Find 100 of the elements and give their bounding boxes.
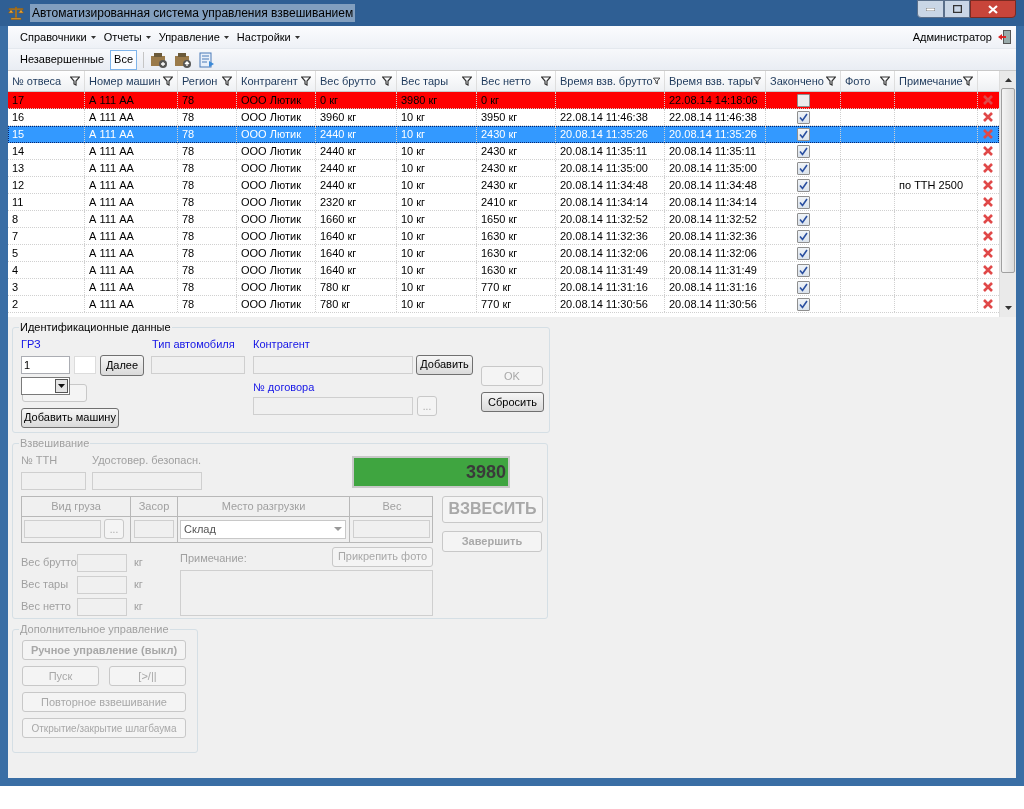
delete-icon[interactable] xyxy=(983,299,993,309)
scrollbar[interactable] xyxy=(999,71,1016,317)
column-header[interactable]: Вес брутто xyxy=(316,71,397,91)
checkbox[interactable] xyxy=(796,178,810,192)
table-cell: 1630 кг xyxy=(477,262,556,278)
input-field[interactable] xyxy=(134,520,174,538)
checkbox[interactable] xyxy=(796,297,810,311)
delete-icon[interactable] xyxy=(983,282,993,292)
table-row[interactable]: 8 А 111 АА 78 ООО Лютик 1660 кг 10 кг 1650 кг 20.08.14 11:32:52 20.08.14 11:32:52 xyxy=(8,211,999,228)
filter-icon[interactable] xyxy=(963,76,973,86)
checkbox[interactable] xyxy=(796,144,810,158)
column-header[interactable]: Фото xyxy=(841,71,895,91)
checkbox[interactable] xyxy=(796,93,810,107)
menu-item[interactable]: Управление xyxy=(156,28,231,46)
grid-header: Засор xyxy=(131,496,178,516)
next-button[interactable]: Далее xyxy=(100,354,144,376)
input-field[interactable] xyxy=(253,397,413,415)
table-cell: 10 кг xyxy=(397,194,477,210)
exit-icon[interactable] xyxy=(998,29,1012,45)
table-cell: 20.08.14 11:32:36 xyxy=(556,228,665,244)
filter-icon[interactable] xyxy=(541,76,551,86)
filter-tab[interactable]: Незавершенные xyxy=(16,49,109,70)
menu-item[interactable]: Справочники xyxy=(18,28,98,46)
scroll-thumb[interactable] xyxy=(1001,88,1015,273)
column-header[interactable]: Вес тары xyxy=(397,71,477,91)
table-row[interactable]: 2 А 111 АА 78 ООО Лютик 780 кг 10 кг 770 кг 20.08.14 11:30:56 20.08.14 11:30:56 xyxy=(8,296,999,313)
add-folder-icon[interactable] xyxy=(150,51,169,68)
table-row[interactable]: 14 А 111 АА 78 ООО Лютик 2440 кг 10 кг 2430 кг 20.08.14 11:35:11 20.08.14 11:35:11 xyxy=(8,143,999,160)
table-cell: 11 xyxy=(8,194,85,210)
filter-icon[interactable] xyxy=(222,76,232,86)
table-cell: 3950 кг xyxy=(477,109,556,125)
table-row[interactable]: 16 А 111 АА 78 ООО Лютик 3960 кг 10 кг 3950 кг 22.08.14 11:46:38 22.08.14 11:46:38 xyxy=(8,109,999,126)
checkbox[interactable] xyxy=(796,246,810,260)
user-name[interactable]: Администратор xyxy=(912,28,992,46)
filter-icon[interactable] xyxy=(163,76,173,86)
delete-icon[interactable] xyxy=(983,214,993,224)
checkbox[interactable] xyxy=(796,280,810,294)
table-cell: 10 кг xyxy=(397,228,477,244)
column-header[interactable]: Время взв. брутто xyxy=(556,71,665,91)
column-header[interactable]: Время взв. тары xyxy=(665,71,766,91)
delete-icon[interactable] xyxy=(983,248,993,258)
column-header[interactable]: Вес нетто xyxy=(477,71,556,91)
column-header[interactable]: Примечание xyxy=(895,71,978,91)
column-header[interactable]: Регион xyxy=(178,71,237,91)
filter-icon[interactable] xyxy=(826,76,836,86)
add-car-button[interactable]: Добавить машину xyxy=(21,407,119,428)
table-row[interactable]: 12 А 111 АА 78 ООО Лютик 2440 кг 10 кг 2430 кг 20.08.14 11:34:48 20.08.14 11:34:48 по ТТН 2500 xyxy=(8,177,999,194)
menu-item[interactable]: Настройки xyxy=(234,28,302,46)
filter-icon[interactable] xyxy=(382,76,392,86)
delete-icon[interactable] xyxy=(983,197,993,207)
table-cell: ООО Лютик xyxy=(237,177,316,193)
filter-icon[interactable] xyxy=(462,76,472,86)
checkbox[interactable] xyxy=(796,263,810,277)
column-header[interactable]: № отвеса xyxy=(8,71,85,91)
plate-field[interactable]: 1 xyxy=(21,356,70,374)
table-row[interactable]: 11 А 111 АА 78 ООО Лютик 2320 кг 10 кг 2410 кг 20.08.14 11:34:14 20.08.14 11:34:14 xyxy=(8,194,999,211)
reset-button[interactable]: Сбросить xyxy=(481,392,544,412)
table-row[interactable]: 7 А 111 АА 78 ООО Лютик 1640 кг 10 кг 1630 кг 20.08.14 11:32:36 20.08.14 11:32:36 xyxy=(8,228,999,245)
close-button[interactable] xyxy=(970,0,1016,18)
checkbox[interactable] xyxy=(796,229,810,243)
input-field[interactable] xyxy=(74,356,96,374)
filter-tab[interactable]: Все xyxy=(110,49,138,70)
delete-icon[interactable] xyxy=(983,146,993,156)
column-header[interactable]: Контрагент xyxy=(237,71,316,91)
filter-icon[interactable] xyxy=(652,76,660,86)
table-row[interactable]: 5 А 111 АА 78 ООО Лютик 1640 кг 10 кг 1630 кг 20.08.14 11:32:06 20.08.14 11:32:06 xyxy=(8,245,999,262)
table-row[interactable]: 4 А 111 АА 78 ООО Лютик 1640 кг 10 кг 1630 кг 20.08.14 11:31:49 20.08.14 11:31:49 xyxy=(8,262,999,279)
delete-icon[interactable] xyxy=(983,231,993,241)
input-field[interactable] xyxy=(151,356,245,374)
table-cell: 20.08.14 11:32:06 xyxy=(665,245,766,261)
table-row[interactable]: 13 А 111 АА 78 ООО Лютик 2440 кг 10 кг 2430 кг 20.08.14 11:35:00 20.08.14 11:35:00 xyxy=(8,160,999,177)
add-button[interactable]: Добавить xyxy=(416,354,473,375)
filter-icon[interactable] xyxy=(70,76,80,86)
column-header[interactable]: Номер машин xyxy=(85,71,178,91)
table-cell: 1630 кг xyxy=(477,228,556,244)
checkbox[interactable] xyxy=(796,212,810,226)
minimize-button[interactable] xyxy=(917,0,944,18)
table-cell: 78 xyxy=(178,143,237,159)
dropdown-field[interactable] xyxy=(21,376,70,395)
checkbox[interactable] xyxy=(796,161,810,175)
table-row[interactable]: 3 А 111 АА 78 ООО Лютик 780 кг 10 кг 770 кг 20.08.14 11:31:16 20.08.14 11:31:16 xyxy=(8,279,999,296)
checkbox[interactable] xyxy=(796,195,810,209)
delete-icon[interactable] xyxy=(983,180,993,190)
field-label: № договора xyxy=(253,379,316,395)
input-field[interactable] xyxy=(24,520,101,538)
table-row[interactable]: 17 А 111 АА 78 ООО Лютик 0 кг 3980 кг 0 кг 22.08.14 14:18:06 xyxy=(8,92,999,109)
checkbox[interactable] xyxy=(796,110,810,124)
upload-folder-icon[interactable] xyxy=(174,51,193,68)
column-header[interactable]: Закончено xyxy=(766,71,841,91)
dropdown-button[interactable] xyxy=(55,378,68,393)
filter-icon[interactable] xyxy=(752,76,761,86)
filter-icon[interactable] xyxy=(880,76,890,86)
delete-icon[interactable] xyxy=(983,163,993,173)
input-field[interactable] xyxy=(253,355,413,374)
delete-icon[interactable] xyxy=(983,112,993,122)
checkbox[interactable] xyxy=(796,127,810,141)
maximize-button[interactable] xyxy=(944,0,970,18)
menu-item[interactable]: Отчеты xyxy=(101,28,153,46)
filter-icon[interactable] xyxy=(301,76,311,86)
delete-icon[interactable] xyxy=(983,265,993,275)
